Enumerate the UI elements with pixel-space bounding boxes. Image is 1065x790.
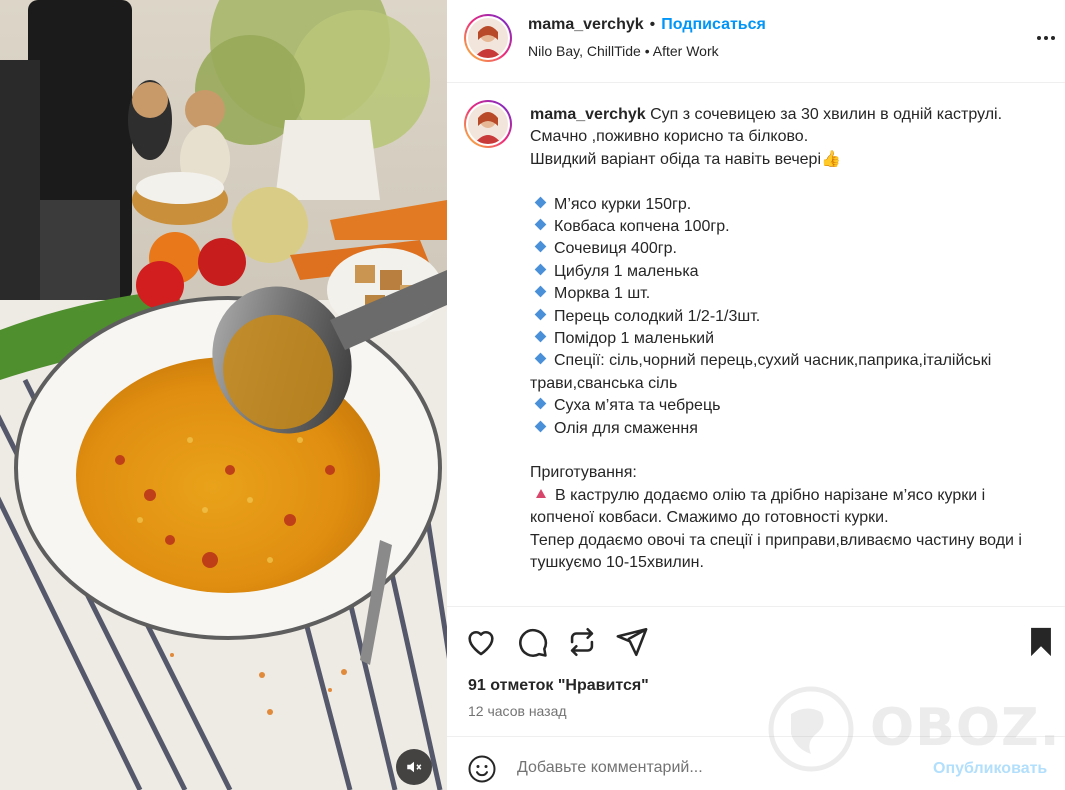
repost-icon[interactable] — [565, 625, 599, 659]
caption-text: mama_verchyk Суп з сочевицею за 30 хвили… — [530, 104, 1040, 575]
caption-username[interactable]: mama_verchyk — [530, 106, 646, 123]
username-link[interactable]: mama_verchyk — [528, 16, 644, 33]
audio-line[interactable]: Nilo Bay, ChillTide • After Work — [528, 43, 719, 59]
action-bar — [447, 607, 1065, 677]
comment-bar: Опубликовать — [447, 737, 1065, 790]
bookmark-icon[interactable] — [1024, 625, 1058, 659]
post-media[interactable] — [0, 0, 447, 790]
ingredient-item: М’ясо курки 150гр. — [554, 195, 692, 213]
blue-diamond-icon — [534, 420, 547, 433]
post-panel: mama_verchyk • Подписаться Nilo Bay, Chill… — [447, 0, 1065, 790]
ingredient-item: Сочевиця 400гр. — [554, 240, 677, 258]
header-line: mama_verchyk • Подписаться — [528, 16, 766, 34]
post-header: mama_verchyk • Подписаться Nilo Bay, Chill… — [447, 0, 1065, 83]
blue-diamond-icon — [534, 285, 547, 298]
ingredient-item: Помідор 1 маленький — [554, 330, 715, 348]
likes-count[interactable]: 91 отметок "Нравится" — [468, 677, 649, 695]
blue-diamond-icon — [534, 263, 547, 276]
soup-photo — [0, 0, 447, 790]
post-timestamp[interactable]: 12 часов назад — [468, 703, 567, 719]
audio-separator: • — [644, 43, 650, 59]
caption-line: Швидкий варіант обіда та навіть вечері👍 — [530, 150, 841, 168]
caption-avatar[interactable] — [464, 100, 512, 148]
blue-diamond-icon — [534, 218, 547, 231]
blue-diamond-icon — [534, 241, 547, 253]
more-icon[interactable] — [1034, 26, 1058, 50]
publish-button[interactable]: Опубликовать — [933, 760, 1047, 778]
blue-diamond-icon — [534, 353, 547, 365]
ingredient-item: Перець солодкий 1/2-1/3шт. — [554, 307, 761, 325]
prep-step: В каструлю додаємо олію та дрібно наріза… — [530, 486, 990, 527]
emoji-icon[interactable] — [467, 754, 497, 784]
ingredient-item: Цибуля 1 маленька — [554, 262, 699, 280]
caption-line: Смачно ,поживно корисно та білково. — [530, 128, 809, 146]
ingredient-item: Ковбаса копчена 100гр. — [554, 218, 730, 236]
heart-icon[interactable] — [464, 625, 498, 659]
muted-speaker-icon — [407, 761, 422, 773]
ingredient-item: Морква 1 шт. — [554, 285, 651, 303]
caption-intro: Суп з сочевицею за 30 хвилин в одній кас… — [645, 106, 1003, 123]
audio-artist: Nilo Bay, ChillTide — [528, 43, 641, 59]
mute-button[interactable] — [396, 749, 432, 785]
blue-diamond-icon — [534, 330, 547, 343]
avatar[interactable] — [464, 14, 512, 62]
follow-button[interactable]: Подписаться — [661, 16, 766, 33]
blue-diamond-icon — [534, 196, 547, 208]
blue-diamond-icon — [534, 397, 547, 410]
separator: • — [649, 16, 656, 33]
blue-diamond-icon — [534, 308, 547, 320]
comment-input[interactable] — [517, 751, 917, 785]
red-triangle-icon — [536, 488, 546, 498]
ingredient-item: Спеції: сіль,чорний перець,сухий часник,… — [530, 352, 996, 392]
ingredient-item: Суха м’ята та чебрець — [554, 397, 721, 415]
prep-title: Приготування: — [530, 464, 637, 482]
comment-icon[interactable] — [515, 625, 549, 659]
send-icon[interactable] — [615, 625, 649, 659]
prep-step: Тепер додаємо овочі та спеції і приправи… — [530, 531, 1027, 572]
audio-track: After Work — [652, 43, 719, 59]
ingredient-item: Олія для смаження — [554, 419, 698, 437]
caption: mama_verchyk Суп з сочевицею за 30 хвили… — [447, 84, 1065, 606]
